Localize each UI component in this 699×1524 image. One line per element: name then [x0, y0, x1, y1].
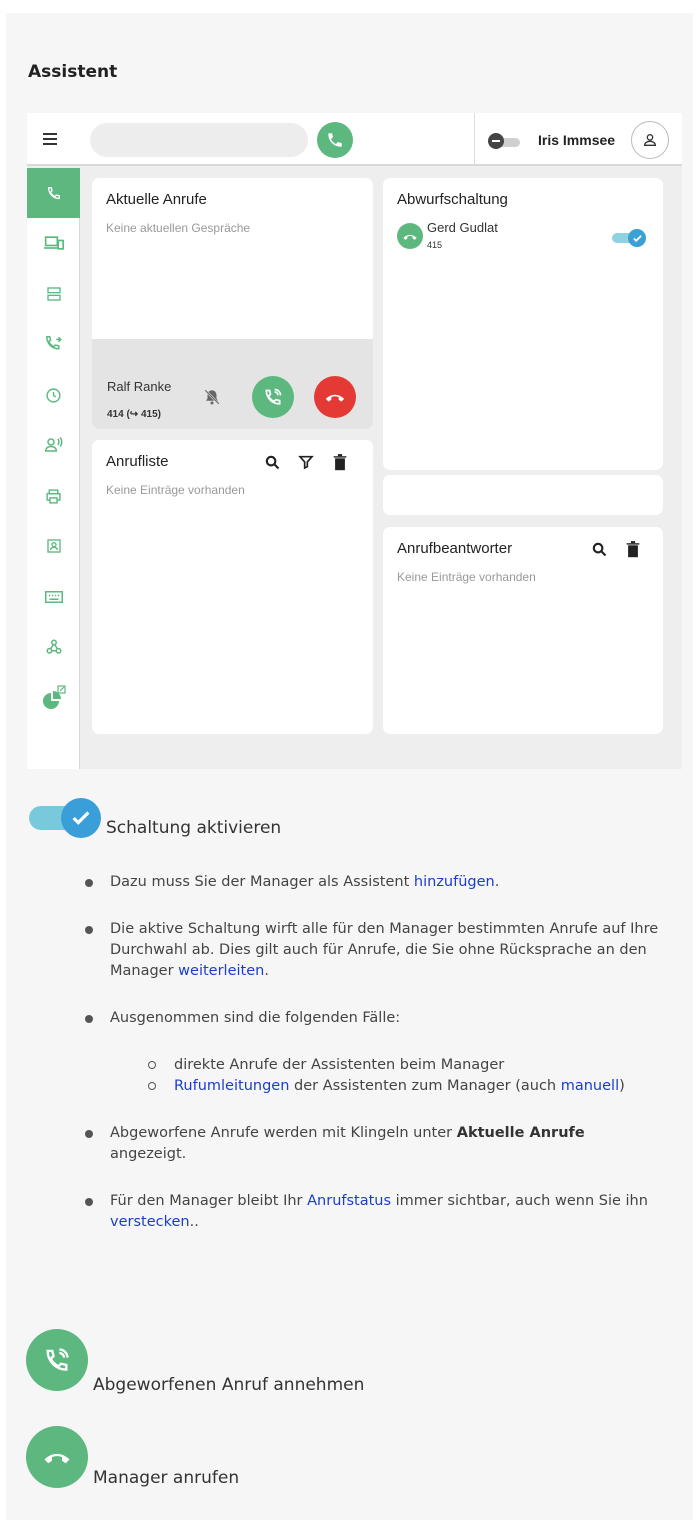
- user-name: Iris Immsee: [538, 132, 616, 148]
- filter-icon: [298, 455, 314, 470]
- keyboard-icon: [44, 591, 63, 603]
- topbar-divider: [474, 113, 475, 166]
- call-manager-illustration: [26, 1426, 88, 1488]
- phone-icon: [328, 133, 342, 147]
- search-icon: [592, 542, 606, 556]
- menu-icon[interactable]: [43, 133, 57, 145]
- trash-icon: [333, 453, 347, 470]
- delete-button[interactable]: [330, 452, 350, 472]
- check-icon: [72, 811, 90, 825]
- answering-machine-empty: Keine Einträge vorhanden: [397, 570, 536, 584]
- sidebar: [27, 168, 80, 769]
- activate-toggle-illustration: [29, 798, 101, 840]
- call-list-card: Anrufliste Keine Einträge vorhanden: [92, 440, 373, 734]
- call-list-title: Anrufliste: [106, 453, 169, 470]
- phone-ring-icon: [265, 388, 282, 405]
- printer-icon: [46, 488, 61, 504]
- sidebar-item-devices[interactable]: [27, 218, 80, 268]
- answering-machine-title: Anrufbeantworter: [397, 540, 513, 557]
- status-toggle[interactable]: [488, 133, 520, 149]
- hangup-icon: [44, 1453, 70, 1464]
- delete-button[interactable]: [623, 539, 643, 559]
- current-calls-empty: Keine aktuellen Gespräche: [106, 221, 251, 235]
- toggle-label: Schaltung aktivieren: [106, 818, 282, 838]
- manager-name: Gerd Gudlat: [427, 220, 498, 235]
- list-item: Ausgenommen sind die folgenden Fälle: di…: [85, 1008, 660, 1097]
- page-title: Assistent: [28, 62, 118, 82]
- pie-chart-external-icon: [42, 685, 66, 709]
- sidebar-item-fax[interactable]: [27, 471, 80, 521]
- top-bar: Iris Immsee: [27, 113, 682, 166]
- hangup-icon: [325, 394, 345, 402]
- sidebar-item-webhook[interactable]: [27, 622, 80, 672]
- list-item: Abgeworfene Anrufe werden mit Klingeln u…: [85, 1123, 660, 1165]
- list-item: Dazu muss Sie der Manager als Assistent …: [85, 872, 660, 893]
- phone-icon: [47, 187, 60, 200]
- check-icon: [632, 234, 642, 242]
- list-item: Die aktive Schaltung wirft alle für den …: [85, 919, 660, 982]
- search-icon: [265, 455, 279, 469]
- incoming-call: Ralf Ranke 414 (↪ 415): [92, 339, 373, 429]
- incoming-caller-number: 414 (↪ 415): [107, 409, 161, 420]
- sub-list-item: Rufumleitungen der Assistenten zum Manag…: [148, 1076, 660, 1097]
- manager-number: 415: [427, 240, 443, 250]
- search-button[interactable]: [589, 539, 609, 559]
- answering-machine-card: Anrufbeantworter Keine Einträge vorhande…: [383, 527, 663, 734]
- accept-deflected-call-illustration: [26, 1329, 88, 1391]
- devices-icon: [43, 236, 64, 250]
- current-calls-title: Aktuelle Anrufe: [106, 191, 207, 208]
- sidebar-item-server[interactable]: [27, 269, 80, 319]
- sidebar-item-contacts[interactable]: [27, 521, 80, 571]
- link-anrufstatus[interactable]: Anrufstatus: [307, 1193, 391, 1209]
- app-screenshot: Iris Immsee Aktuelle Anrufe Keine aktuel…: [27, 113, 682, 769]
- avatar-button[interactable]: [631, 121, 669, 159]
- search-button[interactable]: [262, 452, 282, 472]
- incoming-caller-name: Ralf Ranke: [107, 379, 172, 394]
- accept-deflected-call-label: Abgeworfenen Anruf annehmen: [93, 1375, 365, 1395]
- reject-call-button[interactable]: [314, 376, 356, 418]
- link-hinzufuegen[interactable]: hinzufügen: [414, 874, 495, 890]
- server-icon: [46, 287, 61, 301]
- voicemail-person-icon: [44, 436, 62, 452]
- sidebar-item-presence[interactable]: [27, 420, 80, 470]
- mute-bell-button[interactable]: [201, 386, 223, 408]
- link-weiterleiten[interactable]: weiterleiten: [178, 963, 264, 979]
- search-input[interactable]: [90, 123, 308, 157]
- link-rufumleitungen[interactable]: Rufumleitungen: [174, 1078, 289, 1094]
- webhook-icon: [46, 639, 61, 654]
- sidebar-item-statistics[interactable]: [27, 673, 80, 723]
- call-manager-button[interactable]: [397, 223, 423, 249]
- sub-list: direkte Anrufe der Assistenten beim Mana…: [148, 1055, 660, 1097]
- user-icon: [643, 134, 657, 146]
- deflection-toggle[interactable]: [612, 229, 646, 247]
- call-list-empty: Keine Einträge vorhanden: [106, 483, 245, 497]
- deflection-card-footer: [383, 475, 663, 515]
- do-not-disturb-icon: [488, 133, 504, 149]
- dial-button[interactable]: [317, 122, 353, 158]
- link-manuell[interactable]: manuell: [561, 1078, 619, 1094]
- call-forward-icon: [45, 336, 62, 350]
- contacts-icon: [46, 539, 61, 553]
- phone-ring-icon: [46, 1348, 69, 1371]
- deflection-card: Abwurfschaltung Gerd Gudlat 415: [383, 178, 663, 470]
- accept-call-button[interactable]: [252, 376, 294, 418]
- link-verstecken[interactable]: verstecken: [110, 1214, 190, 1230]
- sidebar-item-phone[interactable]: [27, 168, 80, 218]
- deflection-title: Abwurfschaltung: [397, 191, 508, 208]
- info-list: Dazu muss Sie der Manager als Assistent …: [85, 872, 660, 1259]
- clock-icon: [46, 387, 61, 403]
- list-item: Für den Manager bleibt Ihr Anrufstatus i…: [85, 1191, 660, 1233]
- bell-off-icon: [204, 389, 220, 405]
- hangup-icon: [403, 234, 417, 240]
- trash-icon: [626, 540, 640, 557]
- current-calls-card: Aktuelle Anrufe Keine aktuellen Gespräch…: [92, 178, 373, 429]
- call-manager-label: Manager anrufen: [93, 1468, 240, 1488]
- filter-button[interactable]: [296, 452, 316, 472]
- sidebar-item-history[interactable]: [27, 370, 80, 420]
- sub-list-item: direkte Anrufe der Assistenten beim Mana…: [148, 1055, 660, 1076]
- sidebar-item-call-forward[interactable]: [27, 319, 80, 369]
- sidebar-item-keyboard[interactable]: [27, 572, 80, 622]
